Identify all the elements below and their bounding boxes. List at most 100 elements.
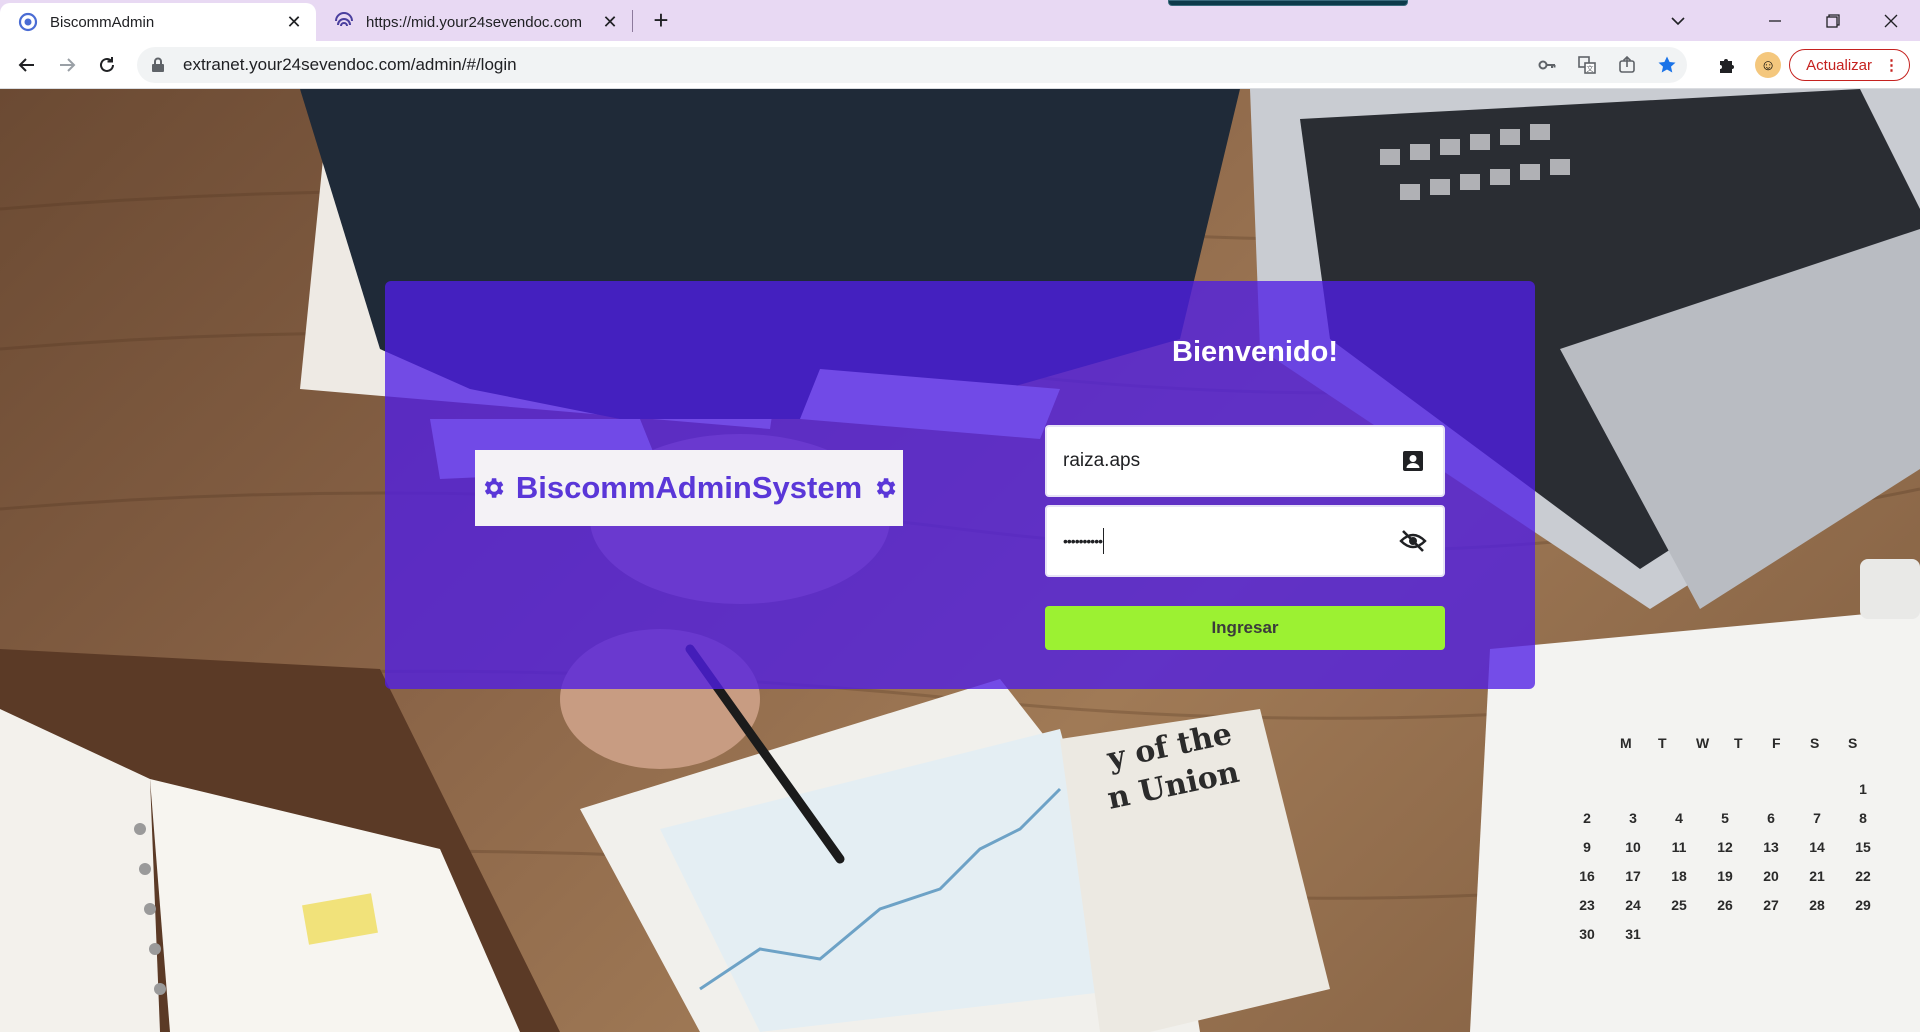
login-submit-button[interactable]: Ingresar <box>1045 606 1445 650</box>
calendar-day: 10 <box>1625 839 1641 855</box>
calendar-day: 9 <box>1583 839 1591 855</box>
calendar-day: 15 <box>1855 839 1871 855</box>
calendar-day: 2 <box>1583 810 1591 826</box>
calendar-day-header: S <box>1848 735 1858 751</box>
restore-icon[interactable] <box>1804 0 1862 41</box>
tab-search-icon[interactable] <box>1658 0 1698 41</box>
calendar-day <box>1794 781 1840 797</box>
calendar-day: 31 <box>1625 926 1641 942</box>
update-browser-button[interactable]: Actualizar ⋮ <box>1789 49 1910 81</box>
browser-tab-bar: BiscommAdmin ✕ https://mid.your24sevendo… <box>0 0 1920 41</box>
minimize-icon[interactable] <box>1746 0 1804 41</box>
calendar-day: 27 <box>1763 897 1779 913</box>
calendar-day: 24 <box>1625 897 1641 913</box>
calendar-day: 8 <box>1859 810 1867 826</box>
svg-text:文: 文 <box>1587 64 1594 73</box>
brand-name: BiscommAdminSystem <box>515 470 863 505</box>
calendar-day: 13 <box>1763 839 1779 855</box>
calendar-day: 26 <box>1717 897 1733 913</box>
brand-logo-box: BiscommAdminSystem <box>475 450 903 526</box>
login-card: BiscommAdminSystem Bienvenido! raiza.aps… <box>385 281 1535 689</box>
share-icon[interactable] <box>1607 47 1647 83</box>
calendar-day: 1 <box>1859 781 1867 797</box>
site-favicon-icon <box>18 12 38 32</box>
calendar-day: 7 <box>1813 810 1821 826</box>
calendar-day: 23 <box>1579 897 1595 913</box>
calendar-grid: 1 2 3 4 5 6 7 8 9 10 11 12 13 14 15 16 17 18 19 20 21 22 23 24 2… <box>1564 781 1890 942</box>
calendar-day: 17 <box>1625 868 1641 884</box>
calendar-day: 4 <box>1675 810 1683 826</box>
bookmark-star-icon[interactable] <box>1647 47 1687 83</box>
calendar-day: 12 <box>1717 839 1733 855</box>
tab-title: BiscommAdmin <box>50 13 155 31</box>
back-arrow-icon[interactable] <box>7 45 47 85</box>
calendar-day-header: T <box>1658 735 1667 751</box>
contact-card-icon <box>1399 447 1427 475</box>
lock-icon[interactable] <box>151 57 171 73</box>
calendar-day-header: M <box>1620 735 1632 751</box>
window-controls <box>1746 0 1920 41</box>
tab-biscommadmin[interactable]: BiscommAdmin ✕ <box>0 3 316 41</box>
browser-toolbar: extranet.your24sevendoc.com/admin/#/logi… <box>0 41 1920 89</box>
url-text[interactable]: extranet.your24sevendoc.com/admin/#/logi… <box>183 55 1527 75</box>
calendar-day: 25 <box>1671 897 1687 913</box>
close-tab-icon[interactable]: ✕ <box>282 10 306 34</box>
calendar-day <box>1748 926 1794 942</box>
calendar-day: 6 <box>1767 810 1775 826</box>
calendar-day: 11 <box>1671 839 1687 855</box>
close-tab-icon[interactable]: ✕ <box>598 10 622 34</box>
calendar-day-header: S <box>1810 735 1820 751</box>
key-icon[interactable] <box>1527 47 1567 83</box>
calendar-day: 5 <box>1721 810 1729 826</box>
calendar-day <box>1702 926 1748 942</box>
calendar-day <box>1610 781 1656 797</box>
calendar-day-header: F <box>1772 735 1781 751</box>
calendar-day <box>1656 781 1702 797</box>
calendar-day <box>1748 781 1794 797</box>
calendar-day: 28 <box>1809 897 1825 913</box>
translate-icon[interactable]: 文 <box>1567 47 1607 83</box>
close-window-icon[interactable] <box>1862 0 1920 41</box>
visibility-off-icon[interactable] <box>1399 527 1427 555</box>
username-value[interactable]: raiza.aps <box>1063 450 1399 472</box>
calendar-day: 21 <box>1809 868 1825 884</box>
password-field[interactable]: •••••••••• <box>1045 505 1445 577</box>
tab-title: https://mid.your24sevendoc.com <box>366 13 582 31</box>
password-value[interactable]: •••••••••• <box>1063 528 1399 554</box>
extensions-puzzle-icon[interactable] <box>1707 47 1747 83</box>
calendar-day: 30 <box>1579 926 1595 942</box>
menu-dots-icon[interactable]: ⋮ <box>1884 56 1899 74</box>
gear-icon <box>484 478 504 498</box>
calendar-day: 22 <box>1855 868 1871 884</box>
calendar-day: 3 <box>1629 810 1637 826</box>
toolbar-right: ☺ Actualizar ⋮ <box>1707 47 1910 83</box>
forward-arrow-icon[interactable] <box>47 45 87 85</box>
background-calendar: M T W T F S S 1 2 3 4 5 6 7 8 9 10 11 12 13 14 15 16 17 1… <box>1579 735 1890 942</box>
tab-mid-your24sevendoc[interactable]: https://mid.your24sevendoc.com ✕ <box>316 3 632 41</box>
calendar-day: 29 <box>1855 897 1871 913</box>
page-viewport: y of the n Union M T W T F S S 123456789… <box>0 89 1920 1032</box>
gear-icon <box>876 478 896 498</box>
calendar-day: 18 <box>1671 868 1687 884</box>
calendar-day <box>1564 781 1610 797</box>
update-label: Actualizar <box>1806 56 1872 74</box>
calendar-day: 16 <box>1579 868 1595 884</box>
calendar-day: 14 <box>1809 839 1825 855</box>
password-dots: •••••••••• <box>1063 533 1103 550</box>
calendar-day <box>1656 926 1702 942</box>
calendar-day <box>1794 926 1840 942</box>
profile-avatar-icon[interactable]: ☺ <box>1755 52 1782 78</box>
text-caret <box>1103 528 1105 554</box>
calendar-day: 19 <box>1717 868 1733 884</box>
reload-icon[interactable] <box>87 45 127 85</box>
fingerprint-favicon-icon <box>335 12 353 27</box>
address-bar[interactable]: extranet.your24sevendoc.com/admin/#/logi… <box>137 47 1687 83</box>
calendar-day <box>1840 926 1886 942</box>
new-tab-button[interactable]: + <box>643 3 679 39</box>
calendar-day-header: T <box>1734 735 1743 751</box>
calendar-day-header: W <box>1696 735 1710 751</box>
calendar-day: 20 <box>1763 868 1779 884</box>
username-field[interactable]: raiza.aps <box>1045 425 1445 497</box>
calendar-day <box>1702 781 1748 797</box>
welcome-heading: Bienvenido! <box>1172 336 1338 368</box>
